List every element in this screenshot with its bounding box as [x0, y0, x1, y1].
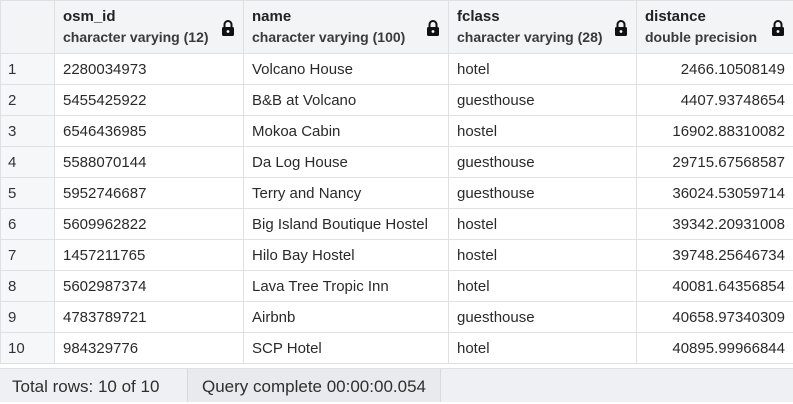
column-name: distance — [645, 7, 765, 27]
cell-name[interactable]: Da Log House — [244, 147, 449, 178]
column-type: character varying (12) — [63, 27, 215, 47]
cell-distance[interactable]: 2466.10508149 — [637, 54, 793, 85]
cell-name[interactable]: Mokoa Cabin — [244, 116, 449, 147]
column-header-name[interactable]: name character varying (100) — [244, 1, 449, 54]
cell-fclass[interactable]: guesthouse — [449, 302, 637, 333]
lock-icon — [614, 19, 628, 37]
row-number[interactable]: 4 — [1, 147, 55, 178]
header-row: osm_id character varying (12) name chara… — [1, 1, 793, 54]
row-number[interactable]: 3 — [1, 116, 55, 147]
row-number[interactable]: 1 — [1, 54, 55, 85]
table-row[interactable]: 1 2280034973 Volcano House hotel 2466.10… — [1, 54, 793, 85]
cell-fclass[interactable]: guesthouse — [449, 178, 637, 209]
results-table: osm_id character varying (12) name chara… — [0, 0, 793, 364]
cell-distance[interactable]: 40895.99966844 — [637, 333, 793, 364]
cell-distance[interactable]: 40081.64356854 — [637, 271, 793, 302]
cell-osm-id[interactable]: 5952746687 — [55, 178, 244, 209]
lock-icon — [771, 19, 785, 37]
cell-fclass[interactable]: guesthouse — [449, 85, 637, 116]
column-type: character varying (100) — [252, 27, 420, 47]
column-header-osm-id[interactable]: osm_id character varying (12) — [55, 1, 244, 54]
row-number[interactable]: 7 — [1, 240, 55, 271]
cell-distance[interactable]: 16902.88310082 — [637, 116, 793, 147]
table-row[interactable]: 8 5602987374 Lava Tree Tropic Inn hotel … — [1, 271, 793, 302]
column-header-distance[interactable]: distance double precision — [637, 1, 793, 54]
row-number[interactable]: 6 — [1, 209, 55, 240]
lock-icon — [221, 19, 235, 37]
cell-osm-id[interactable]: 984329776 — [55, 333, 244, 364]
results-grid[interactable]: osm_id character varying (12) name chara… — [0, 0, 793, 365]
table-row[interactable]: 4 5588070144 Da Log House guesthouse 297… — [1, 147, 793, 178]
row-number[interactable]: 2 — [1, 85, 55, 116]
row-number[interactable]: 9 — [1, 302, 55, 333]
cell-name[interactable]: Big Island Boutique Hostel — [244, 209, 449, 240]
cell-osm-id[interactable]: 1457211765 — [55, 240, 244, 271]
cell-osm-id[interactable]: 6546436985 — [55, 116, 244, 147]
column-name: name — [252, 7, 420, 27]
cell-distance[interactable]: 36024.53059714 — [637, 178, 793, 209]
cell-name[interactable]: B&B at Volcano — [244, 85, 449, 116]
table-row[interactable]: 7 1457211765 Hilo Bay Hostel hostel 3974… — [1, 240, 793, 271]
cell-fclass[interactable]: hostel — [449, 116, 637, 147]
table-row[interactable]: 2 5455425922 B&B at Volcano guesthouse 4… — [1, 85, 793, 116]
cell-name[interactable]: Terry and Nancy — [244, 178, 449, 209]
cell-osm-id[interactable]: 4783789721 — [55, 302, 244, 333]
cell-name[interactable]: Volcano House — [244, 54, 449, 85]
query-status: Query complete 00:00:00.054 — [187, 369, 441, 402]
cell-distance[interactable]: 39342.20931008 — [637, 209, 793, 240]
row-number[interactable]: 10 — [1, 333, 55, 364]
cell-osm-id[interactable]: 5602987374 — [55, 271, 244, 302]
cell-name[interactable]: Lava Tree Tropic Inn — [244, 271, 449, 302]
row-number-header[interactable] — [1, 1, 55, 54]
cell-osm-id[interactable]: 5609962822 — [55, 209, 244, 240]
lock-icon — [426, 19, 440, 37]
row-number[interactable]: 8 — [1, 271, 55, 302]
cell-distance[interactable]: 39748.25646734 — [637, 240, 793, 271]
cell-fclass[interactable]: hotel — [449, 271, 637, 302]
row-number[interactable]: 5 — [1, 178, 55, 209]
table-row[interactable]: 10 984329776 SCP Hotel hotel 40895.99966… — [1, 333, 793, 364]
cell-fclass[interactable]: hotel — [449, 54, 637, 85]
table-row[interactable]: 3 6546436985 Mokoa Cabin hostel 16902.88… — [1, 116, 793, 147]
cell-name[interactable]: Hilo Bay Hostel — [244, 240, 449, 271]
cell-distance[interactable]: 29715.67568587 — [637, 147, 793, 178]
cell-distance[interactable]: 4407.93748654 — [637, 85, 793, 116]
table-row[interactable]: 5 5952746687 Terry and Nancy guesthouse … — [1, 178, 793, 209]
cell-distance[interactable]: 40658.97340309 — [637, 302, 793, 333]
cell-name[interactable]: Airbnb — [244, 302, 449, 333]
cell-osm-id[interactable]: 5455425922 — [55, 85, 244, 116]
column-name: osm_id — [63, 7, 215, 27]
cell-fclass[interactable]: hostel — [449, 240, 637, 271]
column-type: character varying (28) — [457, 27, 608, 47]
column-header-fclass[interactable]: fclass character varying (28) — [449, 1, 637, 54]
cell-osm-id[interactable]: 2280034973 — [55, 54, 244, 85]
status-bar: Total rows: 10 of 10 Query complete 00:0… — [0, 368, 793, 402]
column-name: fclass — [457, 7, 608, 27]
cell-osm-id[interactable]: 5588070144 — [55, 147, 244, 178]
cell-fclass[interactable]: guesthouse — [449, 147, 637, 178]
table-row[interactable]: 9 4783789721 Airbnb guesthouse 40658.973… — [1, 302, 793, 333]
total-rows-status: Total rows: 10 of 10 — [12, 369, 159, 402]
table-row[interactable]: 6 5609962822 Big Island Boutique Hostel … — [1, 209, 793, 240]
column-type: double precision — [645, 27, 765, 47]
cell-name[interactable]: SCP Hotel — [244, 333, 449, 364]
cell-fclass[interactable]: hostel — [449, 209, 637, 240]
cell-fclass[interactable]: hotel — [449, 333, 637, 364]
